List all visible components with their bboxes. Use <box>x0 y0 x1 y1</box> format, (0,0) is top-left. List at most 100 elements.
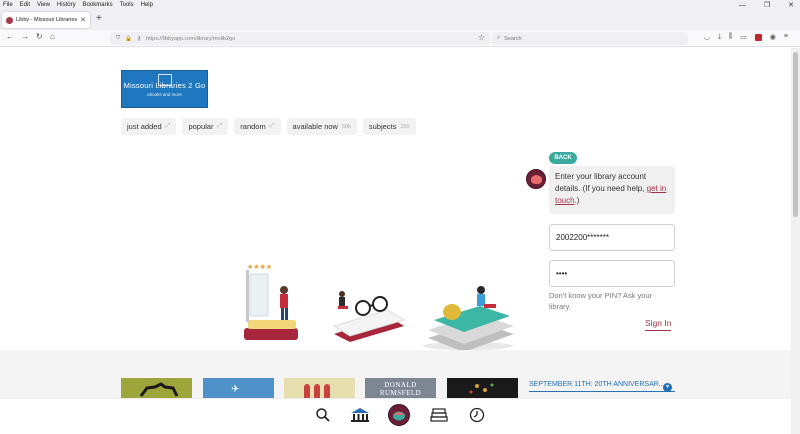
url-text[interactable]: https://libbyapp.com/library/molib2go <box>146 36 235 42</box>
arrow-icon: ⤢ <box>165 123 171 129</box>
libby-nav-icon[interactable] <box>388 404 410 426</box>
menu-view[interactable]: View <box>37 0 50 10</box>
new-tab-icon[interactable]: + <box>96 13 102 24</box>
tab-libby[interactable]: Libby - Missouri Libraries 2Go ✕ <box>2 12 90 28</box>
shelf-headline-text: SEPTEMBER 11TH: 20TH ANNIVERSAR... <box>529 381 665 388</box>
tab-bar: Libby - Missouri Libraries 2Go ✕ + <box>0 10 800 30</box>
window-controls: — ❐ ✕ <box>739 0 794 10</box>
restore-icon[interactable]: ❐ <box>764 1 770 9</box>
floral-cover-icon <box>447 378 518 400</box>
account-icon[interactable]: ◉ <box>770 33 776 41</box>
menu-bookmarks[interactable]: Bookmarks <box>83 0 113 10</box>
library-card-field[interactable]: 2002200******* <box>549 224 675 251</box>
pin-value: •••• <box>556 269 568 278</box>
libby-favicon-icon <box>6 16 13 24</box>
libby-avatar-icon <box>526 169 546 189</box>
svg-text:✈: ✈ <box>231 384 239 395</box>
library-icon[interactable]: ⫼ <box>729 33 732 41</box>
close-window-icon[interactable]: ✕ <box>788 1 794 9</box>
sign-in-button[interactable]: Sign In <box>645 318 672 331</box>
menu-file[interactable]: File <box>3 0 13 10</box>
book-cover[interactable] <box>121 378 192 400</box>
pocket-icon[interactable]: ◡ <box>704 33 710 41</box>
search-bar[interactable]: ⌕ Search <box>492 32 688 45</box>
timeline-nav-icon[interactable] <box>466 404 488 426</box>
book-stack-left-icon: ★★★★ <box>244 263 298 340</box>
menu-history[interactable]: History <box>57 0 76 10</box>
menu-hamburger-icon[interactable]: ≡ <box>784 33 788 41</box>
home-icon[interactable]: ⌂ <box>50 32 55 41</box>
lock-icon[interactable]: 🔒 <box>125 36 132 42</box>
search-icon: ⌕ <box>497 35 501 41</box>
back-arrow-icon[interactable]: ← <box>6 32 14 41</box>
chip-label: just added <box>127 122 162 131</box>
shield-icon[interactable]: ⛉ <box>116 35 120 42</box>
arrow-icon: ⤢ <box>269 123 275 129</box>
page-content: Missouri Libraries 2 Go ebooks and more … <box>0 48 791 434</box>
chip-count: 50k <box>341 123 351 130</box>
shelf-nav-icon[interactable] <box>428 404 450 426</box>
arrow-icon: ⤢ <box>217 123 223 129</box>
bookmark-star-icon[interactable]: ☆ <box>478 33 485 42</box>
url-bar[interactable]: ⛉ 🔒 ⚷ https://libbyapp.com/library/molib… <box>110 32 490 45</box>
search-placeholder: Search <box>504 35 522 42</box>
bottom-navigation <box>0 398 791 434</box>
cover-background <box>121 378 192 400</box>
forward-arrow-icon[interactable]: → <box>21 32 29 41</box>
chip-subjects[interactable]: subjects 150 <box>362 118 416 135</box>
deer-cover-icon <box>121 378 192 400</box>
chip-available-now[interactable]: available now 50k <box>286 118 357 135</box>
toolbar-icons: ◡ ⤓ ⫼ ▭ ◉ ≡ <box>704 33 788 41</box>
book-cover[interactable] <box>284 378 355 400</box>
chip-random[interactable]: random ⤢ <box>234 118 281 135</box>
arches-cover-icon <box>284 378 355 400</box>
chip-popular[interactable]: popular ⤢ <box>182 118 229 135</box>
reading-illustration: ★★★★ <box>244 263 514 352</box>
cover-title: DONALD RUMSFELD <box>379 381 422 397</box>
prompt-text: Enter your library account details. (If … <box>555 172 647 193</box>
library-nav-icon[interactable] <box>349 404 371 426</box>
pin-field[interactable]: •••• <box>549 260 675 287</box>
downloads-icon[interactable]: ⤓ <box>718 33 721 41</box>
scrollbar-thumb[interactable] <box>793 52 798 217</box>
shelf-headline-link[interactable]: SEPTEMBER 11TH: 20TH ANNIVERSAR... <box>529 378 675 392</box>
page-scrollbar[interactable] <box>791 48 800 434</box>
extension-icon[interactable] <box>754 34 762 41</box>
chip-count: 150 <box>400 123 410 130</box>
missouri-state-icon <box>158 74 172 86</box>
chip-label: popular <box>188 122 214 131</box>
search-nav-icon[interactable] <box>312 404 334 426</box>
library-card-value: 2002200******* <box>556 233 609 242</box>
menu-edit[interactable]: Edit <box>20 0 30 10</box>
logo-subtitle: ebooks and more <box>147 92 182 97</box>
sidebar-icon[interactable]: ▭ <box>740 33 747 41</box>
prompt-end: .) <box>574 196 580 205</box>
navigation-toolbar: ← → ↻ ⌂ ⛉ 🔒 ⚷ https://libbyapp.com/libra… <box>0 30 800 47</box>
pin-help-text: Don't know your PIN? Ask your library. <box>549 291 653 311</box>
menu-help[interactable]: Help <box>141 0 153 10</box>
permissions-icon[interactable]: ⚷ <box>137 36 141 42</box>
back-button[interactable]: BACK <box>549 152 577 164</box>
reader-book-stack-icon <box>423 286 514 352</box>
book-cover[interactable]: DONALD RUMSFELD <box>365 378 436 400</box>
menu-bar: File Edit View History Bookmarks Tools H… <box>0 0 800 10</box>
reload-icon[interactable]: ↻ <box>36 32 43 41</box>
browse-chips: just added ⤢ popular ⤢ random ⤢ availabl… <box>121 118 416 135</box>
chip-label: subjects <box>368 122 397 131</box>
chip-just-added[interactable]: just added ⤢ <box>121 118 177 135</box>
chip-label: available now <box>292 122 338 131</box>
library-logo[interactable]: Missouri Libraries 2 Go ebooks and more <box>121 70 208 108</box>
chip-label: random <box>240 122 266 131</box>
glasses-book-icon <box>332 291 406 342</box>
menu-tools[interactable]: Tools <box>120 0 134 10</box>
tab-title: Libby - Missouri Libraries 2Go <box>16 17 78 23</box>
cover-background <box>447 378 518 400</box>
book-cover[interactable]: ✈ <box>203 378 274 400</box>
minimize-icon[interactable]: — <box>739 2 746 9</box>
signin-prompt: Enter your library account details. (If … <box>549 166 675 214</box>
svg-text:★★★★: ★★★★ <box>247 263 272 271</box>
chevron-down-icon[interactable]: ▾ <box>663 383 672 392</box>
tab-close-icon[interactable]: ✕ <box>80 16 86 24</box>
airplane-cover-icon: ✈ <box>203 378 274 400</box>
book-cover[interactable] <box>447 378 518 400</box>
